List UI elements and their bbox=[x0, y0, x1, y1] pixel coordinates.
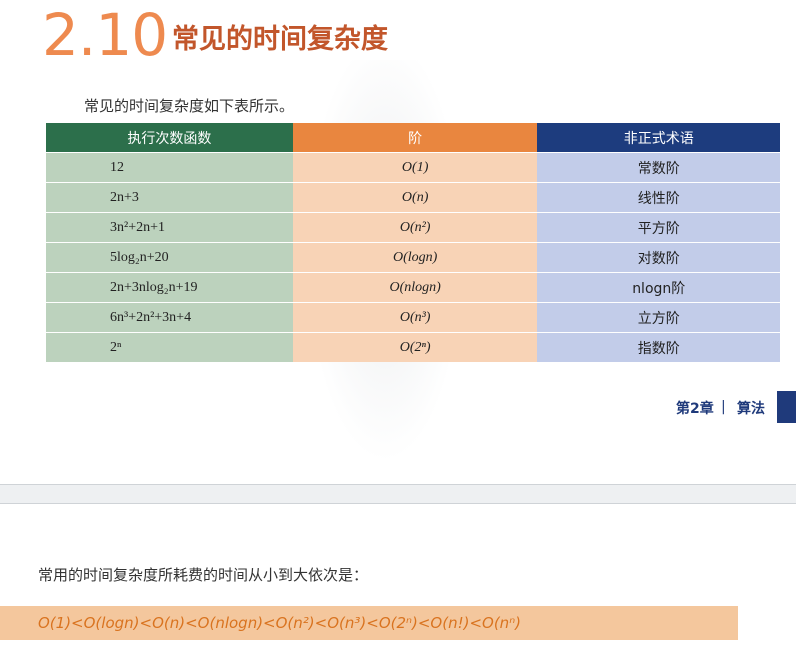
header-term: 非正式术语 bbox=[537, 123, 780, 153]
book-page-scan: 2.10 常见的时间复杂度 常见的时间复杂度如下表所示。 执行次数函数 阶 非正… bbox=[0, 0, 796, 484]
cell-order: O(nlogn) bbox=[292, 272, 538, 303]
page-divider bbox=[0, 484, 796, 504]
header-order: 阶 bbox=[292, 123, 538, 153]
cell-order: O(n³) bbox=[292, 302, 538, 333]
cell-order: O(1) bbox=[292, 152, 538, 183]
cell-term: 对数阶 bbox=[537, 242, 780, 273]
cell-function: 12 bbox=[46, 152, 293, 183]
table-row: 2n+3nlog₂n+19 O(nlogn) nlogn阶 bbox=[46, 272, 780, 303]
cell-term: 指数阶 bbox=[537, 332, 780, 362]
table-header-row: 执行次数函数 阶 非正式术语 bbox=[46, 123, 780, 153]
section-number: 2.10 bbox=[42, 1, 168, 69]
cell-order: O(n) bbox=[292, 182, 538, 213]
summary-text: 常用的时间复杂度所耗费的时间从小到大依次是： bbox=[38, 566, 369, 584]
chapter-tab-marker bbox=[777, 391, 796, 423]
intro-text: 常见的时间复杂度如下表所示。 bbox=[84, 97, 295, 115]
cell-function: 3n²+2n+1 bbox=[46, 212, 293, 243]
cell-function: 2n+3nlog₂n+19 bbox=[46, 272, 293, 303]
cell-term: nlogn阶 bbox=[537, 272, 780, 303]
section-title: 常见的时间复杂度 bbox=[172, 24, 388, 55]
table-row: 6n³+2n²+3n+4 O(n³) 立方阶 bbox=[46, 302, 780, 333]
chapter-label: 第2章 bbox=[676, 401, 714, 417]
table-row: 2ⁿ O(2ⁿ) 指数阶 bbox=[46, 332, 780, 362]
cell-term: 立方阶 bbox=[537, 302, 780, 333]
cell-function: 6n³+2n²+3n+4 bbox=[46, 302, 293, 333]
chapter-separator: | bbox=[721, 399, 726, 415]
cell-function: 2n+3 bbox=[46, 182, 293, 213]
table-row: 2n+3 O(n) 线性阶 bbox=[46, 182, 780, 213]
table-row: 3n²+2n+1 O(n²) 平方阶 bbox=[46, 212, 780, 243]
header-function: 执行次数函数 bbox=[46, 123, 293, 153]
table-row: 5log₂n+20 O(logn) 对数阶 bbox=[46, 242, 780, 273]
complexity-order-text: O(1)<O(logn)<O(n)<O(nlogn)<O(n²)<O(n³)<O… bbox=[38, 614, 522, 632]
cell-order: O(logn) bbox=[292, 242, 538, 273]
cell-function: 2ⁿ bbox=[46, 332, 293, 362]
cell-order: O(2ⁿ) bbox=[292, 332, 538, 362]
cell-term: 常数阶 bbox=[537, 152, 780, 183]
complexity-table: 执行次数函数 阶 非正式术语 12 O(1) 常数阶 2n+3 O(n) 线性阶… bbox=[46, 123, 780, 362]
chapter-name: 算法 bbox=[737, 401, 765, 417]
cell-function: 5log₂n+20 bbox=[46, 242, 293, 273]
cell-term: 平方阶 bbox=[537, 212, 780, 243]
cell-order: O(n²) bbox=[292, 212, 538, 243]
cell-term: 线性阶 bbox=[537, 182, 780, 213]
table-row: 12 O(1) 常数阶 bbox=[46, 152, 780, 183]
